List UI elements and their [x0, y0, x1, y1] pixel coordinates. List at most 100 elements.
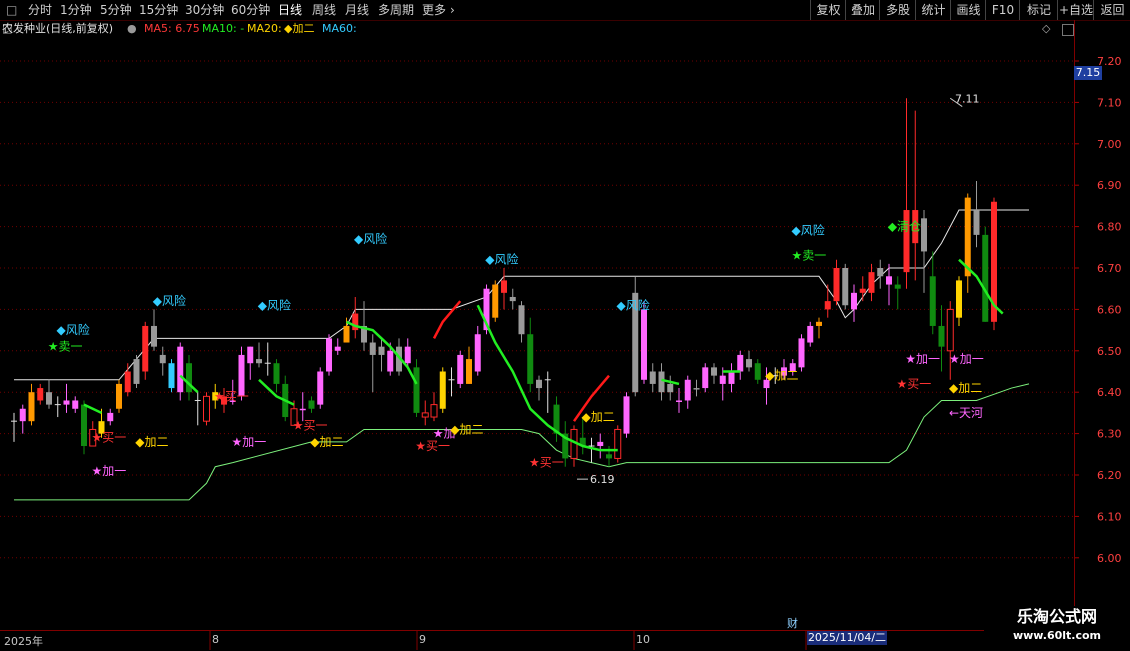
candlestick-chart[interactable]: 6.006.106.206.306.406.506.606.706.806.90… — [0, 0, 1130, 650]
signal-label-26: ◆加二 — [949, 381, 982, 395]
period-tab-0[interactable]: 分时 — [28, 2, 52, 18]
candle-body-45 — [404, 346, 411, 364]
candle-body-68 — [606, 454, 612, 459]
signal-label-0: ◆风险 — [57, 322, 90, 337]
candle-body-70 — [623, 396, 630, 434]
period-tab-10[interactable]: 更多 — [422, 2, 446, 18]
signal-label-23: ★加一 — [905, 352, 940, 366]
candle-body-108 — [956, 280, 962, 318]
candle-body-100 — [886, 276, 892, 285]
period-tab-4[interactable]: 30分钟 — [185, 2, 224, 18]
ma60-label: MA60: — [322, 22, 357, 35]
candle-body-110 — [973, 210, 980, 235]
candle-body-107 — [946, 308, 954, 352]
cursor-date: 2025/11/04/二 — [807, 631, 887, 645]
signal-label-27: ←天河 — [949, 406, 983, 420]
panel-expand-icon[interactable] — [1062, 24, 1074, 36]
signal-label-22: ◆清仓 — [888, 220, 921, 234]
low-price-label: 6.19 — [590, 473, 615, 486]
toolbar-button-7[interactable]: +自选 — [1057, 0, 1094, 20]
candle-body-12 — [116, 383, 122, 409]
signal-label-4: ◆加二 — [135, 435, 168, 449]
candle-body-76 — [676, 400, 682, 402]
period-tab-9[interactable]: 多周期 — [378, 2, 414, 18]
candle-body-85 — [754, 363, 761, 380]
candle-body-2 — [28, 392, 35, 422]
toolbar-button-2[interactable]: 多股 — [879, 0, 916, 20]
signal-label-10: ◆加二 — [310, 435, 343, 449]
candle-body-104 — [921, 218, 927, 252]
toolbar-button-1[interactable]: 叠加 — [845, 0, 880, 20]
candle-body-75 — [667, 383, 674, 393]
candle-body-96 — [851, 292, 857, 310]
candle-body-14 — [133, 359, 140, 384]
candle-body-48 — [430, 404, 438, 418]
period-tab-7[interactable]: 周线 — [312, 2, 336, 18]
signal-label-16: ★买一 — [529, 456, 564, 470]
candle-body-1 — [19, 408, 26, 422]
candle-body-92 — [816, 321, 822, 326]
signal-label-19: ◆加二 — [765, 369, 798, 383]
toolbar-button-6[interactable]: 标记 — [1019, 0, 1058, 20]
chevron-right-icon[interactable]: › — [450, 2, 455, 18]
signal-label-24: ★买一 — [897, 377, 932, 391]
candle-body-74 — [658, 371, 665, 393]
signal-label-7: ★加一 — [232, 435, 267, 449]
candle-body-20 — [186, 363, 192, 393]
candle-body-34 — [308, 400, 315, 409]
signal-label-6: ★买一 — [214, 389, 249, 403]
financial-marker[interactable]: 财 — [787, 615, 798, 631]
candle-body-38 — [343, 325, 350, 343]
trend-line-red-0 — [432, 300, 462, 339]
ma20-label: MA20: — [247, 22, 282, 35]
candle-body-7 — [72, 400, 79, 409]
period-tab-6[interactable]: 日线 — [278, 2, 302, 18]
signal-label-15: ◆风险 — [485, 252, 518, 267]
candle-body-59 — [527, 334, 534, 384]
signal-label-20: ◆风险 — [792, 223, 825, 238]
candle-body-106 — [938, 325, 945, 347]
candle-body-47 — [421, 412, 429, 418]
candle-body-42 — [378, 346, 385, 355]
candle-body-81 — [719, 375, 726, 384]
candle-body-46 — [413, 367, 420, 413]
candle-body-83 — [737, 354, 744, 372]
candle-body-16 — [151, 325, 157, 347]
toolbar-button-3[interactable]: 统计 — [915, 0, 951, 20]
period-tab-8[interactable]: 月线 — [345, 2, 369, 18]
period-tab-5[interactable]: 60分钟 — [231, 2, 270, 18]
toolbar-button-8[interactable]: 返回 — [1093, 0, 1130, 20]
candle-body-27 — [247, 346, 254, 364]
diamond-toggle-icon[interactable]: ◇ — [1042, 20, 1050, 38]
candle-body-22 — [203, 395, 210, 422]
candle-body-53 — [474, 334, 481, 372]
candle-body-84 — [746, 359, 752, 368]
candle-body-18 — [168, 363, 175, 389]
month-label-8: 8 — [212, 633, 219, 646]
candle-body-52 — [466, 359, 472, 384]
candle-body-78 — [693, 388, 700, 390]
toolbar-button-0[interactable]: 复权 — [810, 0, 846, 20]
period-tab-1[interactable]: 1分钟 — [60, 2, 92, 18]
candle-body-77 — [684, 379, 691, 401]
candle-body-49 — [439, 371, 446, 409]
candle-body-72 — [641, 309, 647, 380]
layout-icon[interactable]: □ — [6, 2, 17, 18]
toolbar-button-4[interactable]: 画线 — [950, 0, 986, 20]
candle-body-6 — [63, 400, 70, 405]
legend-dropdown-icon[interactable]: ● — [127, 20, 137, 38]
toolbar-button-5[interactable]: F10 — [985, 0, 1020, 20]
year-label: 2025年 — [4, 635, 43, 648]
candle-body-98 — [868, 272, 875, 293]
candle-body-30 — [273, 363, 280, 384]
candle-body-111 — [982, 234, 989, 322]
signal-label-11: ◆风险 — [354, 231, 387, 246]
period-tab-3[interactable]: 15分钟 — [139, 2, 178, 18]
period-tab-2[interactable]: 5分钟 — [100, 2, 132, 18]
candle-body-69 — [614, 428, 622, 459]
candle-body-4 — [46, 392, 52, 405]
month-label-9: 9 — [419, 633, 426, 646]
candle-body-56 — [501, 280, 507, 293]
candle-body-101 — [894, 284, 901, 289]
candle-body-99 — [877, 268, 884, 277]
